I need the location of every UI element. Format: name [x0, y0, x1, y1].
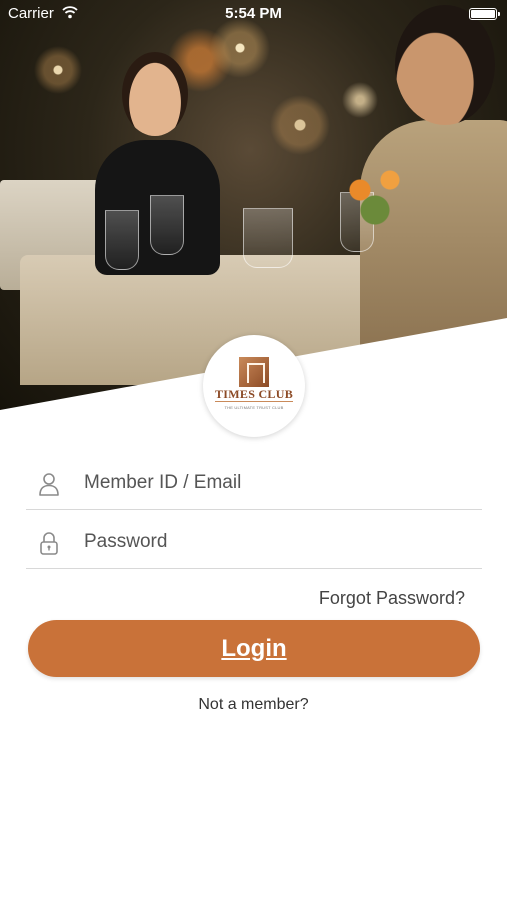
logo-name: TIMES CLUB	[214, 387, 294, 401]
forgot-password-link[interactable]: Forgot Password?	[319, 588, 465, 609]
user-icon	[39, 473, 59, 496]
password-field[interactable]	[26, 511, 482, 569]
times-club-logo: TIMES CLUB THE ULTIMATE TRUST CLUB	[203, 335, 305, 437]
status-bar: Carrier 5:54 PM	[0, 0, 507, 28]
battery-icon	[469, 8, 500, 20]
logo-tagline: THE ULTIMATE TRUST CLUB	[224, 405, 284, 410]
lock-icon	[40, 532, 58, 555]
logo-divider	[215, 401, 293, 402]
password-input[interactable]	[84, 525, 474, 559]
not-member-link[interactable]: Not a member?	[0, 696, 507, 714]
login-button[interactable]: Login	[28, 620, 480, 677]
member-id-field[interactable]	[26, 452, 482, 510]
status-time: 5:54 PM	[225, 5, 282, 22]
member-id-input[interactable]	[84, 466, 474, 500]
logo-building-icon	[239, 357, 269, 387]
